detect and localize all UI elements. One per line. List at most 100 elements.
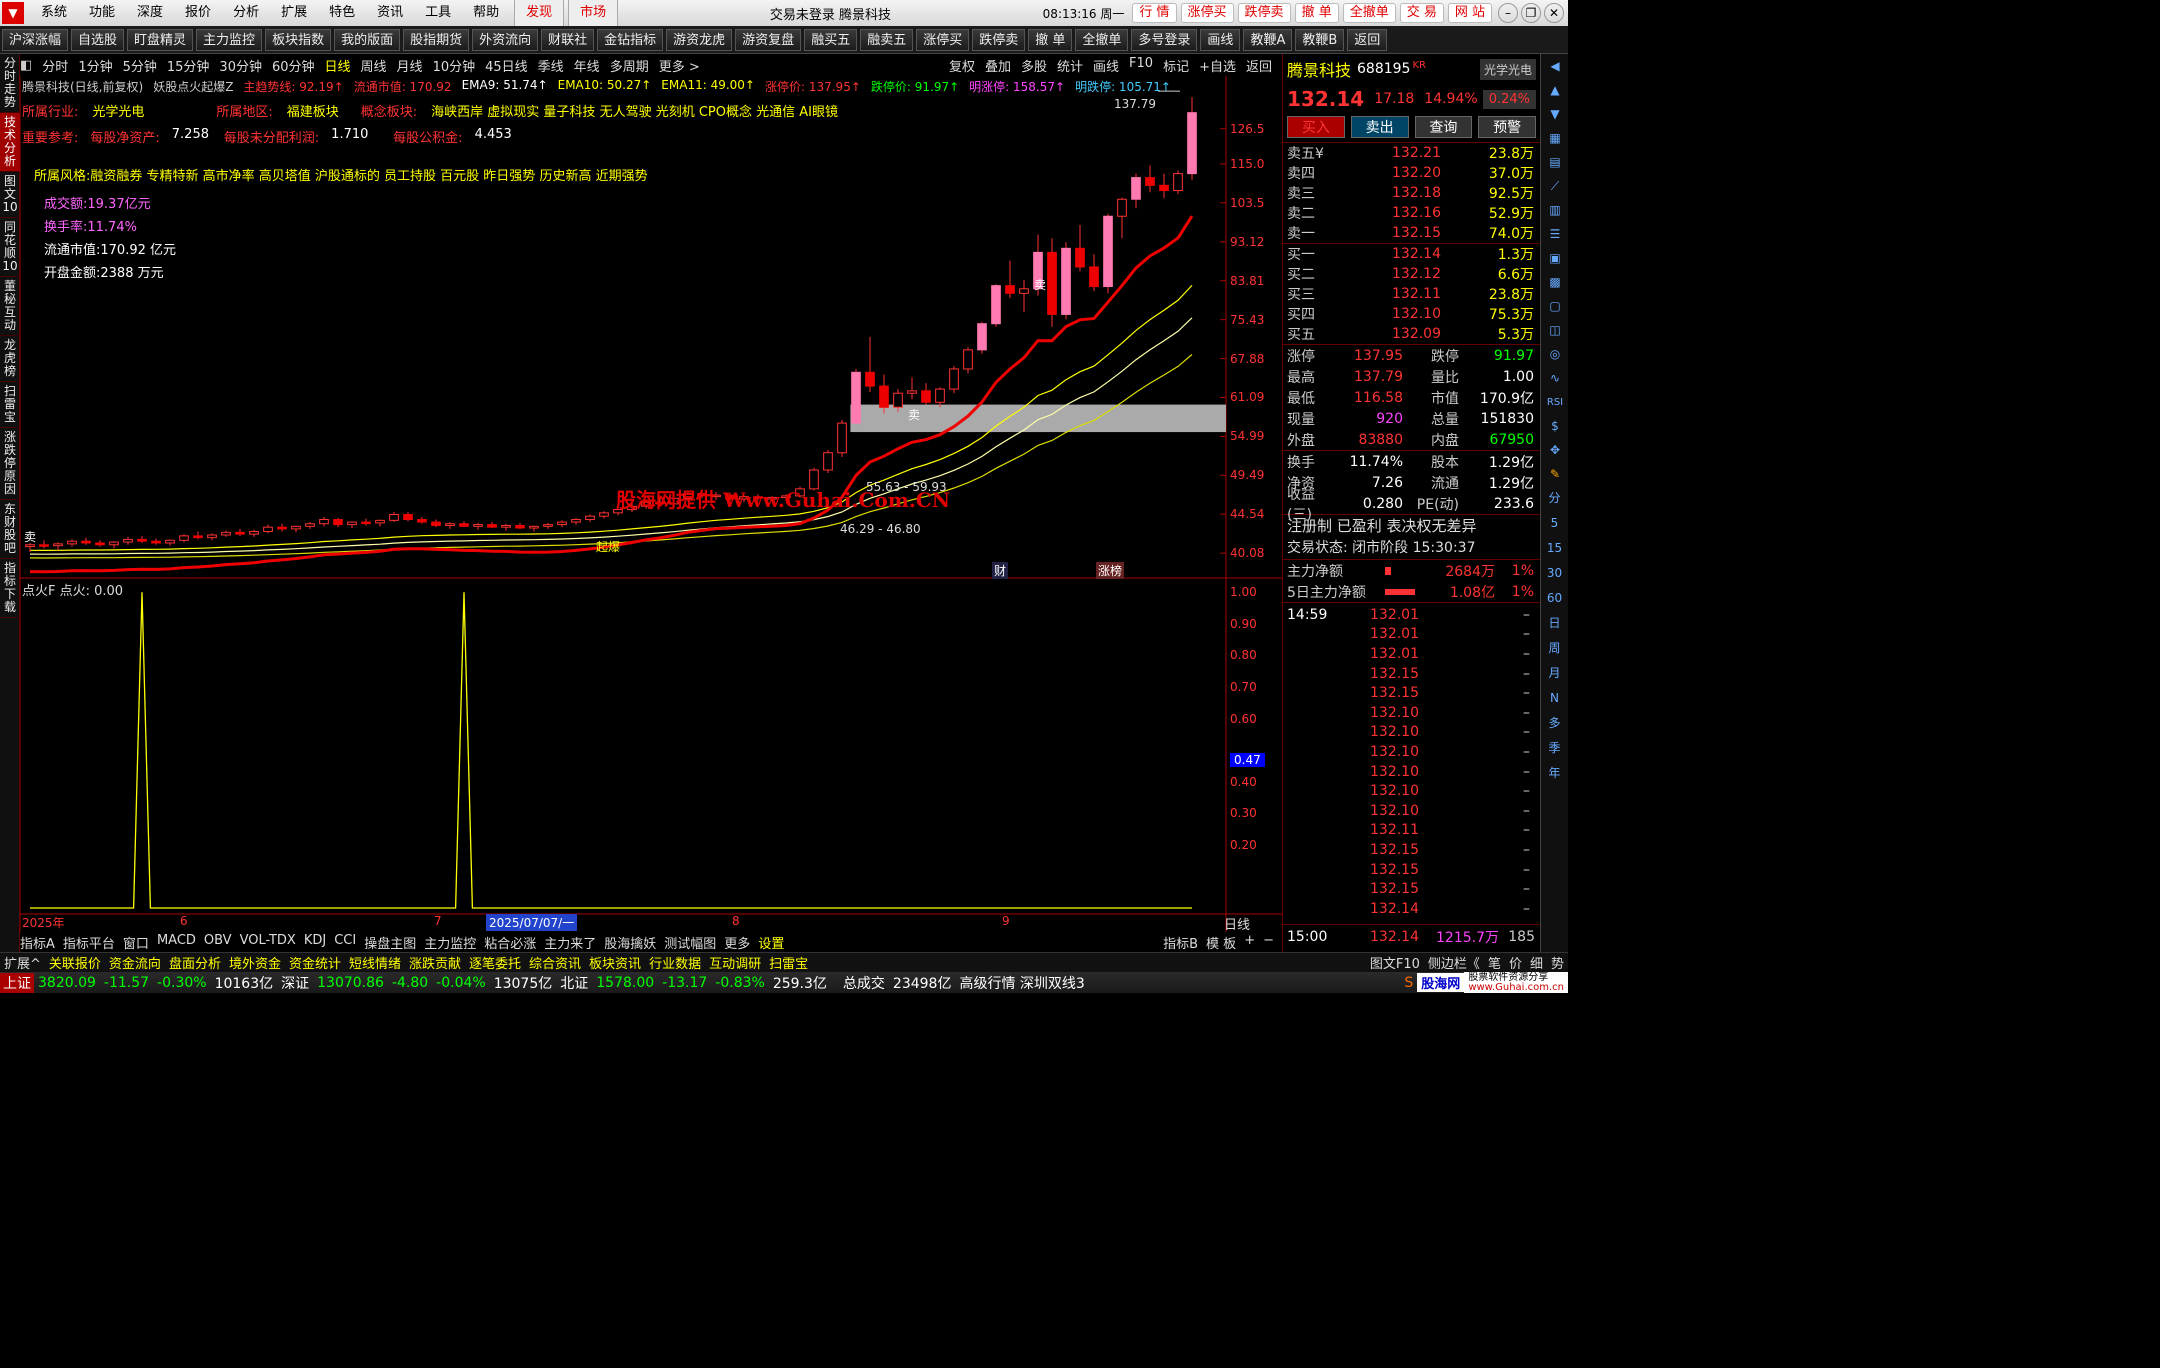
left-tab[interactable]: 涨跌停原因	[0, 428, 20, 500]
candle[interactable]	[53, 542, 63, 551]
quote-button-2[interactable]: 查询	[1414, 116, 1473, 138]
period-10[interactable]: 45日线	[485, 56, 528, 75]
period-tool[interactable]: 叠加	[985, 56, 1011, 75]
candle[interactable]	[319, 517, 329, 527]
candle[interactable]	[263, 524, 273, 534]
candle[interactable]	[557, 520, 567, 528]
arrow-left-icon[interactable]: ◀	[1541, 54, 1569, 78]
candle[interactable]	[179, 534, 189, 543]
candle[interactable]	[81, 537, 91, 545]
candle[interactable]	[375, 519, 385, 527]
info-right-tab[interactable]: 笔	[1484, 953, 1505, 972]
indicator-tab[interactable]: CCI	[334, 933, 356, 952]
period-6[interactable]: 日线	[325, 56, 351, 75]
candle[interactable]	[221, 530, 231, 537]
menu-item[interactable]: 扩展	[270, 0, 318, 26]
candle[interactable]	[949, 366, 959, 394]
toolbar-button[interactable]: 游资复盘	[735, 28, 802, 51]
indicator-tab[interactable]: 操盘主图	[364, 933, 416, 952]
sh-label[interactable]: 上证	[0, 972, 34, 993]
info-tab[interactable]: 资金流向	[105, 953, 165, 972]
table-icon[interactable]: ▤	[1541, 150, 1569, 174]
toolbar-button[interactable]: 融买五	[804, 28, 858, 51]
period-3[interactable]: 15分钟	[167, 56, 210, 75]
candle[interactable]	[543, 522, 553, 529]
menu-item[interactable]: 报价	[174, 0, 222, 26]
candle[interactable]	[151, 538, 161, 545]
candle[interactable]	[39, 540, 49, 549]
candle[interactable]	[431, 519, 441, 528]
rsi-icon[interactable]: RSI	[1541, 390, 1569, 414]
candle[interactable]	[823, 449, 833, 473]
right-strip-period[interactable]: 15	[1541, 536, 1568, 561]
info-tab[interactable]: 板块资讯	[585, 953, 645, 972]
candle[interactable]	[599, 511, 609, 519]
info-tab[interactable]: 扫雷宝	[765, 953, 812, 972]
info-right-tab[interactable]: 侧边栏《	[1424, 953, 1484, 972]
info-right-tab[interactable]: 细	[1526, 953, 1547, 972]
indicator-tab[interactable]: 测试幅图	[664, 933, 716, 952]
menu-highlight[interactable]: 市场	[568, 0, 619, 27]
indicator-tab[interactable]: 设置	[758, 933, 784, 952]
candle[interactable]	[1103, 213, 1113, 294]
indicator-tab[interactable]: 主力监控	[424, 933, 476, 952]
search-icon[interactable]: ◎	[1541, 342, 1569, 366]
candle[interactable]	[879, 374, 889, 414]
candle[interactable]	[585, 514, 595, 523]
doc-icon[interactable]: ▣	[1541, 246, 1569, 270]
period-1[interactable]: 1分钟	[78, 56, 112, 75]
period-tool[interactable]: +自选	[1199, 56, 1236, 75]
left-tab[interactable]: 龙虎榜	[0, 336, 20, 382]
right-strip-period[interactable]: 60	[1541, 586, 1568, 611]
toolbar-button[interactable]: 沪深涨幅	[2, 28, 69, 51]
info-right-tab[interactable]: 势	[1547, 953, 1568, 972]
candle[interactable]	[1089, 254, 1099, 292]
left-tab[interactable]: 图文10	[0, 172, 20, 218]
indicator-tab[interactable]: KDJ	[304, 933, 326, 952]
right-strip-period[interactable]: N	[1541, 686, 1568, 711]
candle[interactable]	[851, 368, 861, 425]
candle[interactable]	[1117, 197, 1127, 239]
period-tool[interactable]: 复权	[949, 56, 975, 75]
indicator-tab[interactable]: 更多	[724, 933, 750, 952]
right-strip-period[interactable]: 多	[1541, 711, 1568, 736]
arrow-down-icon[interactable]: ▼	[1541, 102, 1569, 126]
top-action-button[interactable]: 全撤单	[1342, 3, 1396, 23]
formula-name[interactable]: 妖股点火起爆Z	[153, 78, 233, 95]
right-strip-period[interactable]: 30	[1541, 561, 1568, 586]
menu-item[interactable]: 资讯	[366, 0, 414, 26]
menu-item[interactable]: 特色	[318, 0, 366, 26]
info-tab[interactable]: 综合资讯	[525, 953, 585, 972]
candle[interactable]	[1075, 224, 1085, 272]
info-tab[interactable]: 扩展^	[0, 953, 45, 972]
restore-icon[interactable]: ❐	[1521, 3, 1541, 23]
candle[interactable]	[1061, 242, 1071, 320]
candle[interactable]	[977, 321, 987, 354]
arrow-up-icon[interactable]: ▲	[1541, 78, 1569, 102]
indicator-tab[interactable]: 股海擒妖	[604, 933, 656, 952]
info-tab[interactable]: 盘面分析	[165, 953, 225, 972]
candle[interactable]	[277, 523, 287, 532]
toolbar-button[interactable]: 我的版面	[334, 28, 401, 51]
template-tab[interactable]: +	[1244, 933, 1255, 952]
candle[interactable]	[921, 383, 931, 405]
top-action-button[interactable]: 网 站	[1447, 3, 1492, 23]
left-tab[interactable]: 扫雷宝	[0, 382, 20, 428]
candle[interactable]	[291, 525, 301, 533]
candle[interactable]	[1159, 173, 1169, 199]
toolbar-button[interactable]: 金钻指标	[597, 28, 664, 51]
calendar-icon[interactable]: ▩	[1541, 270, 1569, 294]
template-tab[interactable]: 指标B	[1163, 933, 1198, 952]
left-tab[interactable]: 东财股吧	[0, 500, 20, 559]
toolbar-button[interactable]: 融卖五	[860, 28, 914, 51]
toolbar-button[interactable]: 游资龙虎	[666, 28, 733, 51]
candle[interactable]	[1145, 165, 1155, 193]
candle[interactable]	[963, 347, 973, 374]
period-12[interactable]: 年线	[574, 56, 600, 75]
toolbar-button[interactable]: 教鞭B	[1295, 28, 1345, 51]
candle[interactable]	[907, 377, 917, 400]
candle[interactable]	[193, 531, 203, 540]
info-right-tab[interactable]: 图文F10	[1366, 953, 1424, 972]
toolbar-button[interactable]: 板块指数	[265, 28, 332, 51]
toolbar-button[interactable]: 教鞭A	[1243, 28, 1293, 51]
